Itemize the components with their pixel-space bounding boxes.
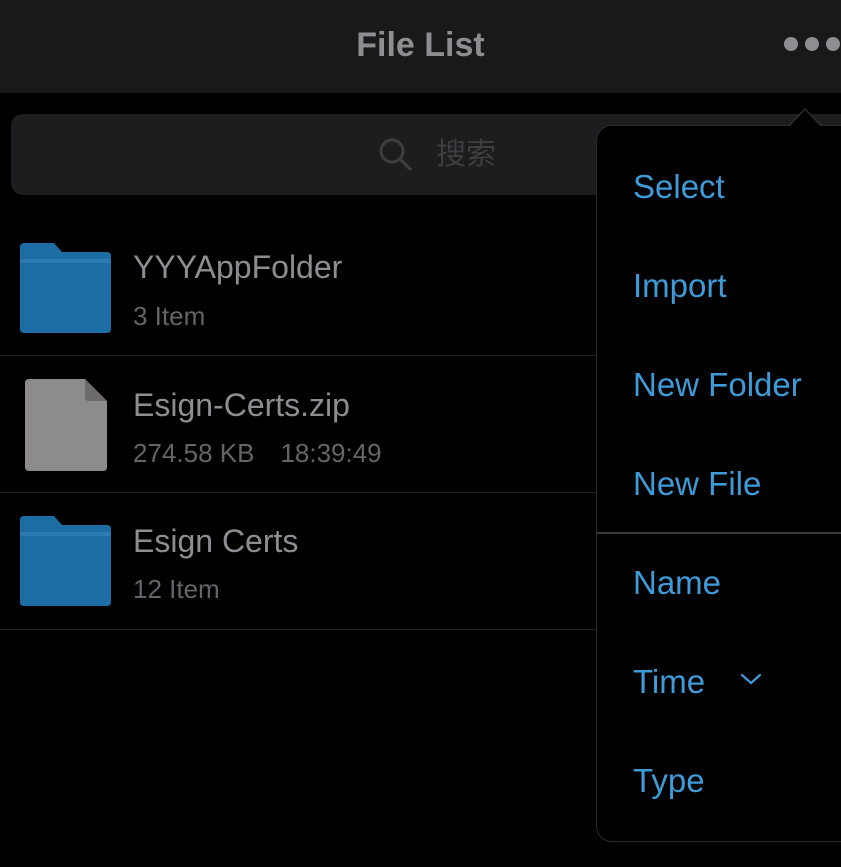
sort-by-time[interactable]: Time bbox=[596, 632, 841, 731]
menu-item-label: Time bbox=[633, 663, 706, 700]
sort-by-type[interactable]: Type bbox=[596, 731, 841, 830]
item-count: 3 Item bbox=[133, 301, 206, 331]
file-name: Esign-Certs.zip bbox=[133, 387, 350, 423]
popover-arrow-fill bbox=[790, 110, 820, 126]
file-name: Esign Certs bbox=[133, 523, 299, 559]
menu-item-label: Name bbox=[633, 564, 722, 601]
sort-by-name[interactable]: Name bbox=[596, 533, 841, 632]
folder-icon bbox=[20, 516, 111, 606]
file-meta: 3 Item bbox=[133, 301, 205, 332]
menu-item-label: New Folder bbox=[633, 366, 802, 403]
file-size: 274.58 KB bbox=[133, 438, 255, 468]
menu-item-new-file[interactable]: New File bbox=[596, 434, 841, 533]
menu-item-label: Import bbox=[633, 267, 727, 304]
file-name: YYYAppFolder bbox=[133, 249, 343, 285]
menu-item-label: Select bbox=[633, 168, 725, 205]
folder-icon bbox=[20, 243, 111, 333]
menu-item-label: Type bbox=[633, 762, 705, 799]
menu-item-new-folder[interactable]: New Folder bbox=[596, 335, 841, 434]
chevron-down-icon bbox=[740, 673, 762, 685]
menu-item-label: New File bbox=[633, 465, 762, 502]
file-time: 18:39:49 bbox=[280, 438, 382, 468]
file-meta: 12 Item bbox=[133, 574, 220, 605]
item-count: 12 Item bbox=[133, 574, 220, 604]
menu-item-import[interactable]: Import bbox=[596, 236, 841, 335]
menu-item-select[interactable]: Select bbox=[596, 137, 841, 236]
file-list-screen: File List 搜索 YYYAppFolder 3 Item Esign-C… bbox=[0, 0, 841, 867]
zip-file-icon bbox=[25, 379, 107, 471]
file-meta: 274.58 KB 18:39:49 bbox=[133, 438, 382, 469]
